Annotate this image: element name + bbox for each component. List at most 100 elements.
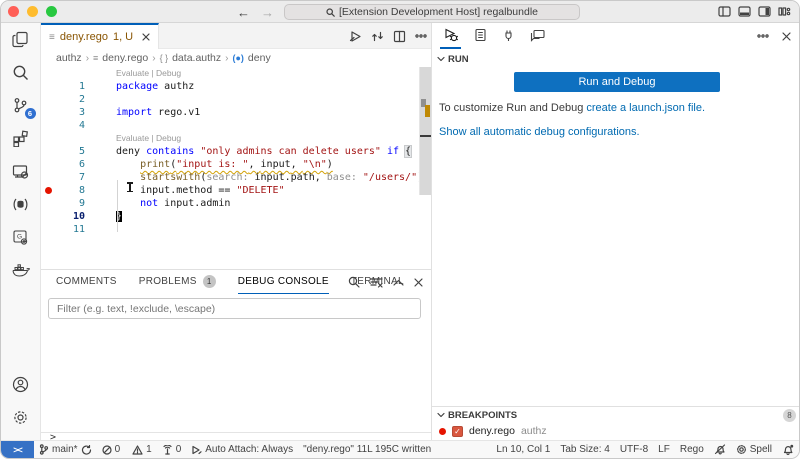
docker-icon[interactable] [1, 254, 41, 287]
search-view-icon[interactable] [1, 56, 41, 89]
filter-search-icon[interactable] [348, 276, 360, 288]
window-title: [Extension Development Host] regalbundle [339, 6, 538, 18]
create-launch-json-link[interactable]: create a launch.json file. [586, 102, 705, 114]
sync-changes-icon[interactable] [371, 30, 384, 43]
tab-close-icon[interactable] [142, 33, 150, 41]
code-line-3[interactable]: 3import rego.v1 [41, 106, 431, 119]
evaluate-icon[interactable] [349, 30, 362, 43]
tab-debug-console[interactable]: DEBUG CONSOLE [238, 270, 329, 294]
maximize-panel-icon[interactable] [393, 279, 404, 286]
code-line-7[interactable]: 7 startswith(search: input.path, base: "… [41, 171, 431, 184]
mouse-ibeam-cursor [129, 182, 131, 192]
sync-icon [81, 445, 92, 455]
overview-warning-mark [425, 105, 430, 117]
svg-text:G: G [17, 234, 22, 241]
codelens-row[interactable]: Evaluate | Debug [41, 67, 431, 80]
warnings-icon [132, 445, 143, 455]
code-line-4[interactable]: 4 [41, 119, 431, 132]
show-debug-configurations-link[interactable]: Show all automatic debug configurations. [439, 126, 640, 138]
vscode-window: ← → [Extension Development Host] regalbu… [0, 0, 800, 459]
bell-slash-icon[interactable] [709, 441, 731, 459]
breadcrumb-symbol[interactable]: deny [248, 52, 271, 64]
breakpoint-glyph[interactable] [45, 187, 52, 194]
file-icon: ≡ [49, 32, 55, 43]
opa-extension-icon[interactable] [1, 188, 41, 221]
debug-status[interactable]: Auto Attach: Always [186, 441, 298, 459]
maximize-window-button[interactable] [46, 6, 57, 17]
spell-checker-status[interactable]: Spell [731, 441, 777, 459]
tab-comments[interactable]: COMMENTS [56, 270, 117, 294]
history-forward-button[interactable]: → [261, 5, 274, 20]
breakpoint-file: deny.rego [469, 425, 515, 437]
code-line-5[interactable]: 5deny contains "only admins can delete u… [41, 145, 431, 158]
breadcrumb-folder[interactable]: authz [56, 52, 82, 64]
editor-scrollbar[interactable] [419, 67, 431, 195]
chevron-down-icon [437, 412, 445, 418]
code-line-11[interactable]: 11 [41, 223, 431, 236]
code-line-9[interactable]: 9 not input.admin [41, 197, 431, 210]
command-center-search[interactable]: [Extension Development Host] regalbundle [284, 4, 580, 20]
plug-view-icon[interactable] [500, 23, 517, 49]
toggle-panel-icon[interactable] [738, 5, 751, 18]
account-icon[interactable] [1, 368, 41, 401]
notifications-bell-icon[interactable] [777, 441, 799, 459]
more-actions-icon[interactable] [415, 34, 427, 38]
problems-status[interactable]: 0 1 [97, 441, 157, 459]
customize-layout-icon[interactable] [778, 5, 791, 18]
minimize-window-button[interactable] [27, 6, 38, 17]
output-view-icon[interactable] [471, 23, 490, 49]
branch-status[interactable]: main* [34, 441, 97, 459]
toggle-secondary-sidebar-icon[interactable] [758, 5, 771, 18]
activity-bar: 6 G [1, 23, 41, 440]
breadcrumb: authz › ≡ deny.rego › { } data.authz › (… [41, 49, 431, 67]
run-and-debug-button[interactable]: Run and Debug [514, 72, 720, 92]
ports-status[interactable]: 0 [157, 441, 187, 459]
console-filter-input[interactable]: Filter (e.g. text, !exclude, \escape) [48, 298, 421, 319]
file-written-status: "deny.rego" 11L 195C written [298, 441, 436, 459]
settings-sync-extension-icon[interactable]: G [1, 221, 41, 254]
tab-problems[interactable]: PROBLEMS1 [139, 270, 216, 294]
encoding-status[interactable]: UTF-8 [615, 441, 653, 459]
split-editor-icon[interactable] [393, 30, 406, 43]
comments-view-icon[interactable] [527, 23, 548, 49]
tab-deny-rego[interactable]: ≡ deny.rego 1, U [41, 23, 159, 49]
bottom-panel: COMMENTS PROBLEMS1 DEBUG CONSOLE TERMINA… [41, 269, 431, 442]
errors-icon [102, 445, 112, 455]
breakpoint-list-item[interactable]: ✓ deny.rego authz [432, 423, 799, 439]
run-section-header[interactable]: RUN [432, 51, 799, 67]
git-branch-icon [39, 444, 49, 455]
settings-gear-icon[interactable] [1, 401, 41, 434]
extensions-icon[interactable] [1, 122, 41, 155]
indent-guide [117, 180, 118, 232]
remote-indicator[interactable]: >< [1, 441, 34, 459]
views-more-actions-icon[interactable] [757, 34, 769, 38]
code-area[interactable]: Evaluate | Debug1package authz23import r… [41, 67, 431, 269]
breakpoints-section-header[interactable]: BREAKPOINTS [432, 407, 799, 423]
code-line-6[interactable]: 6 print("input is: ", input, "\n") [41, 158, 431, 171]
close-side-panel-icon[interactable] [782, 32, 791, 41]
codelens-row[interactable]: Evaluate | Debug [41, 132, 431, 145]
clear-console-icon[interactable] [370, 277, 383, 288]
radio-tower-icon [162, 445, 173, 455]
breadcrumb-file[interactable]: deny.rego [102, 52, 148, 64]
toggle-primary-sidebar-icon[interactable] [718, 5, 731, 18]
code-line-10[interactable]: 10} [41, 210, 431, 223]
history-back-button[interactable]: ← [237, 5, 250, 20]
explorer-icon[interactable] [1, 23, 41, 56]
cursor-position-status[interactable]: Ln 10, Col 1 [491, 441, 555, 459]
title-bar: ← → [Extension Development Host] regalbu… [1, 1, 799, 23]
code-line-8[interactable]: 8 input.method == "DELETE" [41, 184, 431, 197]
close-panel-icon[interactable] [414, 278, 423, 287]
testing-view-icon[interactable] [1, 155, 41, 188]
run-and-debug-view-icon[interactable] [440, 23, 461, 49]
language-mode-status[interactable]: Rego [675, 441, 709, 459]
code-line-1[interactable]: 1package authz [41, 80, 431, 93]
source-control-icon[interactable]: 6 [1, 89, 41, 122]
breadcrumb-package[interactable]: data.authz [172, 52, 221, 64]
eol-status[interactable]: LF [653, 441, 675, 459]
tab-decoration: 1, U [113, 31, 133, 43]
indentation-status[interactable]: Tab Size: 4 [555, 441, 614, 459]
code-line-2[interactable]: 2 [41, 93, 431, 106]
close-window-button[interactable] [8, 6, 19, 17]
breakpoint-checkbox[interactable]: ✓ [452, 426, 463, 437]
